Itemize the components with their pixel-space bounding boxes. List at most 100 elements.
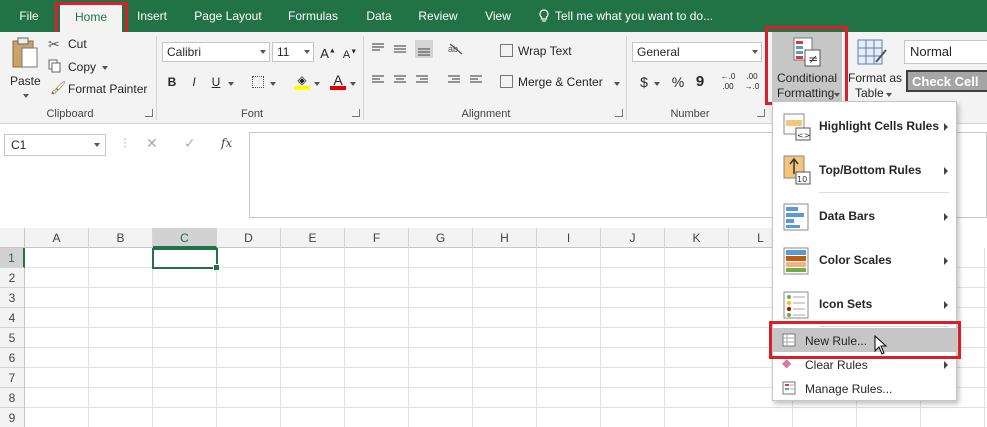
submenu-arrow-icon (944, 123, 948, 131)
row-header-3[interactable]: 3 (0, 288, 25, 308)
font-size-combo[interactable]: 11 (272, 42, 314, 62)
tab-view[interactable]: View (476, 0, 520, 32)
tab-home[interactable]: Home (60, 4, 122, 32)
row-header-9[interactable]: 9 (0, 408, 25, 427)
number-format-combo[interactable]: General (632, 42, 762, 62)
clipboard-paste-icon (12, 37, 38, 68)
row-header-7[interactable]: 7 (0, 368, 25, 388)
insert-function-button[interactable]: fx (221, 136, 232, 150)
wrap-text-button[interactable]: Wrap Text (500, 42, 580, 62)
menu-item-top-bottom-rules[interactable]: 10 Top/Bottom Rules (773, 148, 956, 192)
column-header-f[interactable]: F (345, 228, 409, 248)
column-header-g[interactable]: G (409, 228, 473, 248)
underline-button[interactable]: U (206, 72, 226, 92)
cut-button[interactable]: ✂ Cut (48, 36, 108, 54)
column-header-i[interactable]: I (537, 228, 601, 248)
font-color-button[interactable]: A (328, 70, 348, 90)
currency-button[interactable]: $ (634, 72, 654, 92)
comma-style-button[interactable]: 9 (690, 72, 710, 92)
alignment-buttons-icons: ab (372, 40, 482, 83)
row-header-5[interactable]: 5 (0, 328, 25, 348)
underline-dropdown-icon[interactable] (226, 72, 236, 92)
tab-formulas[interactable]: Formulas (280, 0, 346, 32)
menu-item-new-rule[interactable]: New Rule... (773, 328, 956, 352)
column-header-a[interactable]: A (25, 228, 89, 248)
borders-button[interactable] (248, 72, 268, 92)
menu-item-data-bars[interactable]: Data Bars (773, 194, 956, 238)
svg-text:≠: ≠ (808, 52, 818, 66)
alignment-launcher-icon[interactable] (615, 109, 623, 117)
merge-center-dropdown-icon (614, 82, 620, 86)
name-box-value: C1 (11, 138, 27, 152)
select-all-corner[interactable] (0, 228, 25, 248)
manage-rules-icon (782, 381, 796, 395)
color-scales-icon (783, 247, 809, 275)
clipboard-launcher-icon[interactable] (145, 109, 153, 117)
column-header-k[interactable]: K (665, 228, 729, 248)
row-header-1[interactable]: 1 (0, 248, 25, 268)
group-separator (156, 36, 157, 120)
borders-dropdown-icon[interactable] (268, 72, 278, 92)
ribbon-tab-bar: File Home Insert Page Layout Formulas Da… (0, 0, 987, 32)
tab-review[interactable]: Review (410, 0, 466, 32)
increase-decimal-button[interactable]: ←.0.00 (718, 72, 738, 92)
cut-label: Cut (68, 37, 87, 51)
check-cell-style-button[interactable]: Check Cell (906, 70, 987, 92)
font-name-combo[interactable]: Calibri (162, 42, 270, 62)
conditional-formatting-button[interactable]: ≠ Conditional Formatting (772, 32, 842, 104)
row-header-4[interactable]: 4 (0, 308, 25, 328)
number-launcher-icon[interactable] (757, 109, 765, 117)
borders-icon (252, 76, 264, 88)
tab-insert[interactable]: Insert (128, 0, 176, 32)
percent-button[interactable]: % (668, 72, 688, 92)
paste-button[interactable]: Paste (6, 36, 42, 102)
menu-separator (819, 192, 949, 193)
selected-cell-c1[interactable] (152, 248, 220, 271)
submenu-arrow-icon (944, 361, 948, 369)
fill-color-dropdown-icon[interactable] (312, 72, 322, 92)
tab-file[interactable]: File (8, 0, 50, 32)
column-header-h[interactable]: H (473, 228, 537, 248)
tell-me-text: Tell me what you want to do... (555, 9, 714, 23)
merge-center-button[interactable]: Merge & Center (500, 72, 624, 92)
row-header-6[interactable]: 6 (0, 348, 25, 368)
column-header-e[interactable]: E (281, 228, 345, 248)
currency-dropdown-icon[interactable] (652, 72, 662, 92)
copy-dropdown-icon (102, 66, 108, 70)
row-header-2[interactable]: 2 (0, 268, 25, 288)
bold-button[interactable]: B (162, 72, 182, 92)
cancel-entry-button[interactable]: ✕ (146, 135, 158, 152)
menu-item-manage-rules[interactable]: Manage Rules... (773, 376, 956, 400)
font-launcher-icon[interactable] (352, 109, 360, 117)
conditional-formatting-label-line1: Conditional (777, 71, 838, 85)
tab-data[interactable]: Data (356, 0, 402, 32)
column-header-c[interactable]: C (153, 228, 217, 248)
menu-item-highlight-cells-rules[interactable]: <> Highlight Cells Rules (773, 104, 956, 148)
column-header-d[interactable]: D (217, 228, 281, 248)
increase-font-size-button[interactable]: A▲ (318, 42, 338, 62)
top-bottom-rules-icon: 10 (783, 155, 811, 185)
tell-me-search[interactable]: Tell me what you want to do... (538, 0, 713, 32)
copy-button[interactable]: Copy (48, 58, 110, 76)
decrease-decimal-button[interactable]: .00 →.0 (742, 72, 762, 92)
normal-style-button[interactable]: Normal (904, 40, 987, 64)
decrease-font-size-button[interactable]: A▼ (340, 42, 360, 62)
paste-label: Paste (10, 74, 41, 88)
menu-item-icon-sets[interactable]: Icon Sets (773, 282, 956, 326)
menu-item-color-scales[interactable]: Color Scales (773, 238, 956, 282)
format-painter-button[interactable]: 🖌 Format Painter (48, 80, 148, 98)
format-as-table-button[interactable]: Format as Table (844, 32, 902, 104)
enter-entry-button[interactable]: ✓ (184, 135, 196, 152)
italic-button[interactable]: I (184, 72, 204, 92)
fill-color-button[interactable]: ◈ (292, 70, 312, 90)
row-header-8[interactable]: 8 (0, 388, 25, 408)
format-as-table-dropdown-icon (886, 93, 892, 97)
column-header-b[interactable]: B (89, 228, 153, 248)
highlight-cells-rules-label: Highlight Cells Rules (819, 119, 940, 133)
name-box[interactable]: C1 (4, 134, 106, 156)
menu-item-clear-rules[interactable]: ◆ Clear Rules (773, 352, 956, 376)
font-color-dropdown-icon[interactable] (348, 72, 358, 92)
wrap-text-label: Wrap Text (518, 44, 572, 58)
tab-page-layout[interactable]: Page Layout (186, 0, 270, 32)
column-header-j[interactable]: J (601, 228, 665, 248)
